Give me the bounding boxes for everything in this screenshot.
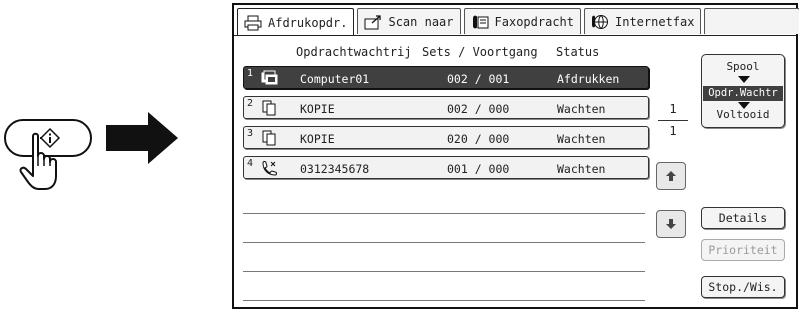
job-number: 4: [247, 158, 254, 169]
stop-delete-button[interactable]: Stop./Wis.: [701, 276, 785, 298]
copy-job-icon: [262, 100, 276, 116]
job-number: 3: [247, 128, 254, 139]
column-header-queue: Opdrachtwachtrij: [296, 45, 412, 59]
tab-bar: Afdrukopdr. Scan naar Faxopdracht Intern…: [237, 8, 799, 36]
job-mode-selector[interactable]: Spool Opdr.Wachtr Voltooid: [701, 54, 785, 128]
tab-label: Afdrukopdr.: [268, 15, 348, 30]
computer-job-icon: [261, 70, 278, 85]
empty-row-line: [243, 213, 645, 214]
job-number: 1: [247, 68, 254, 79]
job-status: Wachten: [557, 102, 606, 116]
job-status: Wachten: [557, 162, 606, 176]
triangle-down-icon: [738, 76, 750, 83]
instruction-illustration: [0, 0, 230, 309]
column-header-status: Status: [556, 45, 600, 59]
job-sets: 001 / 000: [447, 162, 510, 176]
job-status: Afdrukken: [557, 72, 620, 86]
job-row[interactable]: 2 KOPIE 002 / 000 Wachten: [243, 96, 649, 119]
job-row[interactable]: 1 Computer01 002 / 001 Afdrukken: [243, 66, 649, 89]
empty-row-line: [243, 242, 645, 243]
arrow-down-icon: [666, 219, 676, 229]
job-name: Computer01: [300, 72, 370, 86]
mode-completed[interactable]: Voltooid: [702, 108, 784, 121]
right-arrow-icon: [106, 112, 178, 164]
scan-icon: [364, 14, 382, 29]
job-status: Wachten: [557, 132, 606, 146]
job-sets: 020 / 000: [447, 132, 510, 146]
tab-divider: [234, 35, 796, 36]
job-name: 0312345678: [300, 162, 370, 176]
priority-button[interactable]: Prioriteit: [701, 239, 785, 261]
job-sets: 002 / 001: [447, 72, 510, 86]
internet-fax-icon: [592, 14, 608, 29]
total-pages: 1: [669, 124, 677, 138]
scroll-down-button[interactable]: [656, 210, 686, 238]
job-row[interactable]: 3 KOPIE 020 / 000 Wachten: [243, 126, 649, 149]
phone-job-icon: [262, 161, 277, 176]
empty-row-line: [243, 300, 645, 301]
printer-icon: [244, 15, 262, 30]
mode-job-queue[interactable]: Opdr.Wachtr: [703, 86, 783, 101]
tab-label: Internetfax: [615, 14, 695, 29]
pointing-hand-icon: [19, 132, 57, 190]
details-button[interactable]: Details: [701, 207, 785, 229]
arrow-up-icon: [666, 171, 676, 181]
tab-empty: [704, 8, 799, 34]
page-separator: [658, 120, 688, 121]
tab-print-jobs[interactable]: Afdrukopdr.: [237, 8, 355, 36]
tab-internet-fax[interactable]: Internetfax: [584, 8, 702, 34]
job-name: KOPIE: [300, 132, 335, 146]
mode-spool[interactable]: Spool: [702, 60, 784, 73]
page-indicator: 1 1: [658, 102, 688, 138]
current-page: 1: [669, 102, 677, 116]
job-row[interactable]: 4 0312345678 001 / 000 Wachten: [243, 156, 649, 179]
job-status-panel: Afdrukopdr. Scan naar Faxopdracht Intern…: [232, 3, 799, 309]
column-header-sets: Sets / Voortgang: [422, 45, 538, 59]
fax-icon: [472, 15, 489, 28]
tab-scan-to[interactable]: Scan naar: [357, 8, 461, 34]
copy-job-icon: [262, 130, 276, 146]
tab-label: Scan naar: [388, 14, 454, 29]
scroll-up-button[interactable]: [656, 162, 686, 190]
tab-fax-jobs[interactable]: Faxopdracht: [463, 8, 581, 34]
job-number: 2: [247, 98, 254, 109]
job-name: KOPIE: [300, 102, 335, 116]
tab-label: Faxopdracht: [494, 14, 574, 29]
job-sets: 002 / 000: [447, 102, 510, 116]
empty-row-line: [243, 271, 645, 272]
